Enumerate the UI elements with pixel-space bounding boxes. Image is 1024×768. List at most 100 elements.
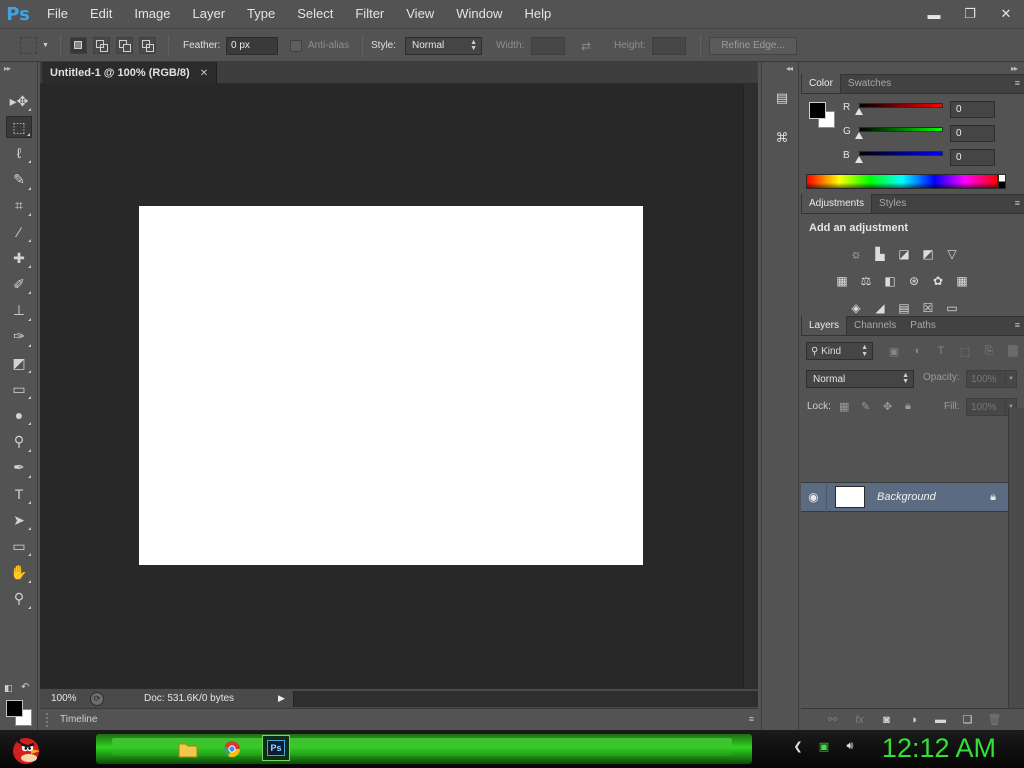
layers-scrollbar[interactable]	[1008, 408, 1024, 708]
new-layer-icon[interactable]: ❏	[954, 713, 981, 726]
selective-color-icon[interactable]: ☒	[919, 300, 937, 316]
feather-input[interactable]: 0 px	[226, 36, 278, 55]
lock-position-icon[interactable]: ✥	[883, 400, 892, 413]
default-colors-icon[interactable]: ◧	[4, 683, 13, 694]
add-to-selection-button[interactable]	[93, 37, 110, 54]
status-info-icon[interactable]: ⟳	[90, 691, 104, 706]
new-adjustment-layer-icon[interactable]: ◑	[900, 714, 927, 726]
vibrance-icon[interactable]: ▽	[943, 246, 961, 262]
eraser-tool[interactable]: ◩	[6, 352, 32, 374]
vertical-scrollbar[interactable]	[743, 84, 758, 688]
layer-visibility-eye-icon[interactable]: ◉	[801, 482, 827, 512]
horizontal-scrollbar[interactable]	[292, 690, 758, 707]
pen-tool[interactable]: ✒	[6, 457, 32, 479]
layer-style-fx-icon[interactable]: fx	[846, 714, 873, 726]
filter-smart-object-icon[interactable]: ⎘	[982, 345, 996, 357]
intersect-selection-button[interactable]	[139, 37, 156, 54]
opacity-input[interactable]: 100%	[966, 370, 1006, 388]
status-menu-arrow-icon[interactable]: ▶	[278, 693, 285, 704]
swap-dimensions-icon[interactable]: ⇄	[581, 39, 591, 53]
history-brush-tool[interactable]: ✑	[6, 326, 32, 348]
tab-channels[interactable]: Channels	[847, 316, 903, 335]
new-selection-button[interactable]	[70, 37, 87, 54]
crop-tool[interactable]: ⌗	[6, 195, 32, 217]
collapse-panels-icon[interactable]: ▸▸	[1011, 64, 1018, 73]
tab-color[interactable]: Color	[801, 74, 841, 93]
filter-pixel-icon[interactable]: ▣	[887, 345, 901, 358]
menu-edit[interactable]: Edit	[79, 0, 123, 28]
photo-filter-icon[interactable]: ⊛	[905, 273, 923, 289]
panel-menu-icon[interactable]: ≡	[1015, 78, 1020, 88]
menu-filter[interactable]: Filter	[344, 0, 395, 28]
lock-transparent-pixels-icon[interactable]: ▦	[839, 400, 849, 413]
network-icon[interactable]: ▣	[816, 738, 832, 754]
rectangular-marquee-tool[interactable]: ⬚	[6, 116, 32, 139]
taskbar-clock[interactable]: 12:12 AM	[882, 733, 996, 764]
menu-layer[interactable]: Layer	[182, 0, 237, 28]
document-tab[interactable]: Untitled-1 @ 100% (RGB/8) ✕	[42, 62, 218, 84]
red-slider[interactable]	[859, 103, 943, 108]
channel-mixer-icon[interactable]: ✿	[929, 273, 947, 289]
tab-styles[interactable]: Styles	[872, 194, 913, 213]
timeline-tab[interactable]: Timeline	[60, 714, 97, 725]
color-panel-foreground-swatch[interactable]	[809, 102, 826, 119]
posterize-icon[interactable]: ◢	[871, 300, 889, 316]
fill-input[interactable]: 100%	[966, 398, 1006, 416]
close-button[interactable]: ✕	[988, 0, 1024, 28]
levels-icon[interactable]: ▙	[871, 246, 889, 262]
color-balance-icon[interactable]: ⚖	[857, 273, 875, 289]
add-mask-icon[interactable]: ◙	[873, 714, 900, 726]
filter-shape-icon[interactable]: ⬚	[958, 345, 972, 358]
gradient-tool[interactable]: ▭	[6, 378, 32, 400]
history-panel-button[interactable]: ▤	[772, 88, 792, 108]
zoom-tool[interactable]: ⚲	[6, 588, 32, 610]
quick-selection-tool[interactable]: ✎	[6, 169, 32, 191]
path-selection-tool[interactable]: ➤	[6, 509, 32, 531]
canvas-workspace[interactable]	[40, 84, 743, 688]
menu-window[interactable]: Window	[445, 0, 513, 28]
panel-menu-icon[interactable]: ≡	[1015, 198, 1020, 208]
filter-type-icon[interactable]: T	[934, 345, 948, 357]
menu-help[interactable]: Help	[513, 0, 562, 28]
blur-tool[interactable]: ●	[6, 404, 32, 426]
filter-toggle-switch[interactable]	[1008, 345, 1018, 357]
document-canvas[interactable]	[139, 206, 643, 565]
collapse-toolbar-icon[interactable]: ▸▸	[4, 64, 11, 73]
lock-all-icon[interactable]: 🔒︎	[905, 400, 911, 413]
menu-type[interactable]: Type	[236, 0, 286, 28]
chrome-taskbar-icon[interactable]	[220, 737, 244, 761]
invert-icon[interactable]: ◈	[847, 300, 865, 316]
green-slider[interactable]	[859, 127, 943, 132]
move-tool[interactable]: ▸✥	[6, 90, 32, 112]
dodge-tool[interactable]: ⚲	[6, 431, 32, 453]
foreground-color-swatch[interactable]	[6, 700, 23, 717]
hue-saturation-icon[interactable]: ▦	[833, 273, 851, 289]
black-white-ramp[interactable]	[998, 174, 1006, 189]
curves-icon[interactable]: ◪	[895, 246, 913, 262]
photoshop-taskbar-button[interactable]: Ps	[262, 735, 290, 761]
green-value-input[interactable]: 0	[950, 125, 995, 142]
filter-adjustment-icon[interactable]: ◐	[911, 345, 925, 357]
close-document-icon[interactable]: ✕	[200, 68, 208, 79]
style-dropdown[interactable]: Normal ▲ ▼	[405, 36, 482, 55]
swap-colors-icon[interactable]: ↶	[21, 682, 29, 693]
exposure-icon[interactable]: ◩	[919, 246, 937, 262]
red-slider-knob[interactable]	[855, 108, 863, 115]
folder-taskbar-icon[interactable]	[176, 737, 200, 761]
properties-panel-button[interactable]: ⌘	[772, 128, 792, 148]
color-spectrum-bar[interactable]	[806, 174, 998, 189]
brightness-contrast-icon[interactable]: ☼	[847, 246, 865, 262]
zoom-level-field[interactable]: 100%	[40, 691, 86, 707]
width-input[interactable]	[531, 36, 565, 55]
show-hidden-icons-chevron-icon[interactable]: ❮	[790, 738, 806, 754]
layer-row[interactable]: ◉ Background 🔒︎	[801, 482, 1008, 512]
type-tool[interactable]: T	[6, 483, 32, 505]
menu-image[interactable]: Image	[123, 0, 181, 28]
threshold-icon[interactable]: ▤	[895, 300, 913, 316]
refine-edge-button[interactable]: Refine Edge...	[709, 36, 797, 55]
menu-file[interactable]: File	[36, 0, 79, 28]
delete-layer-trash-icon[interactable]: 🗑︎	[981, 713, 1008, 726]
blue-value-input[interactable]: 0	[950, 149, 995, 166]
blend-mode-dropdown[interactable]: Normal ▲ ▼	[806, 370, 914, 388]
height-input[interactable]	[652, 36, 686, 55]
